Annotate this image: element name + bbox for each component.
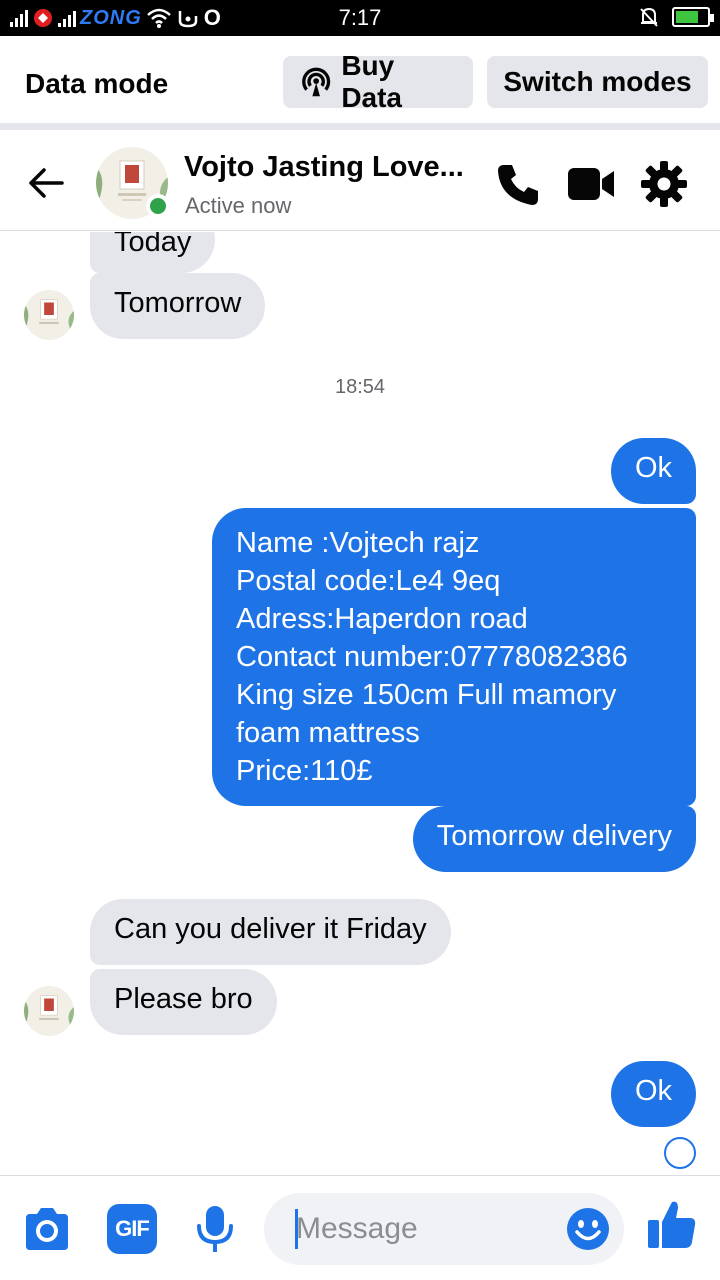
buy-data-label: Buy Data bbox=[341, 50, 403, 113]
sent-status-icon bbox=[664, 1137, 696, 1169]
emoji-icon[interactable] bbox=[566, 1207, 610, 1251]
gif-button[interactable]: GIF bbox=[107, 1204, 157, 1254]
message-line: Postal code:Le4 9eq bbox=[236, 565, 501, 597]
message-composer: GIF bbox=[0, 1175, 720, 1280]
broadcast-icon bbox=[302, 67, 331, 97]
message-text: Ok bbox=[634, 1075, 672, 1107]
message-text: Tomorrow delivery bbox=[436, 820, 672, 852]
back-arrow-icon[interactable] bbox=[24, 161, 68, 205]
avatar-image bbox=[24, 986, 74, 1036]
gear-icon[interactable] bbox=[639, 159, 689, 209]
message-text: Please bro bbox=[114, 983, 253, 1015]
message-input[interactable] bbox=[296, 1207, 556, 1251]
message-text: Can you deliver it Friday bbox=[114, 913, 427, 945]
online-indicator bbox=[146, 194, 170, 218]
sender-avatar[interactable] bbox=[24, 986, 74, 1036]
message-timestamp: 18:54 bbox=[334, 376, 386, 398]
message-bubble-incoming[interactable]: Can you deliver it Friday bbox=[90, 899, 451, 965]
switch-modes-button[interactable]: Switch modes bbox=[487, 56, 708, 108]
message-line: Contact number:07778082386 bbox=[236, 641, 628, 673]
message-list[interactable]: Today Tomorrow 18:54 Ok Name :Vojtech ra… bbox=[0, 232, 720, 1174]
data-mode-label: Data mode bbox=[25, 68, 169, 99]
message-line: King size 150cm Full mamory bbox=[236, 679, 617, 711]
thumbs-up-icon[interactable] bbox=[646, 1198, 698, 1250]
switch-modes-label: Switch modes bbox=[503, 66, 692, 97]
message-line: foam mattress bbox=[236, 717, 420, 749]
message-input-container[interactable] bbox=[264, 1193, 624, 1265]
status-time: 7:17 bbox=[338, 5, 382, 30]
message-line: Price:110£ bbox=[236, 755, 373, 787]
contact-name[interactable]: Vojto Jasting Love... bbox=[184, 151, 464, 184]
contact-status: Active now bbox=[185, 193, 292, 218]
camera-icon[interactable] bbox=[22, 1204, 72, 1254]
message-text: Tomorrow bbox=[114, 287, 242, 319]
message-line: Adress:Haperdon road bbox=[236, 603, 528, 635]
avatar-image bbox=[24, 290, 74, 340]
sender-avatar[interactable] bbox=[24, 290, 74, 340]
message-bubble-outgoing[interactable]: Ok bbox=[610, 438, 696, 504]
status-bar: ZONG O 7:17 bbox=[0, 0, 720, 36]
message-bubble-outgoing[interactable]: Ok bbox=[610, 1061, 696, 1127]
microphone-icon[interactable] bbox=[190, 1204, 240, 1254]
phone-icon[interactable] bbox=[494, 159, 544, 209]
mute-icon bbox=[640, 7, 658, 27]
message-bubble-outgoing-details[interactable]: Name :Vojtech rajz Postal code:Le4 9eq A… bbox=[212, 508, 696, 806]
data-mode-bar: Data mode Buy Data Switch modes bbox=[0, 36, 720, 130]
message-text: Ok bbox=[634, 452, 672, 484]
message-bubble-incoming[interactable]: Tomorrow bbox=[90, 273, 266, 339]
message-line: Name :Vojtech rajz bbox=[236, 527, 480, 559]
message-text: Today bbox=[114, 232, 192, 258]
gif-label: GIF bbox=[115, 1216, 150, 1241]
status-right bbox=[638, 6, 714, 28]
conversation-header: Vojto Jasting Love... Active now bbox=[0, 137, 720, 231]
video-camera-icon[interactable] bbox=[566, 159, 616, 209]
message-bubble-incoming[interactable]: Please bro bbox=[90, 969, 277, 1035]
message-bubble-incoming[interactable]: Today bbox=[90, 232, 216, 273]
message-bubble-outgoing[interactable]: Tomorrow delivery bbox=[412, 806, 696, 872]
buy-data-button[interactable]: Buy Data bbox=[283, 50, 473, 113]
battery-icon bbox=[672, 7, 714, 27]
